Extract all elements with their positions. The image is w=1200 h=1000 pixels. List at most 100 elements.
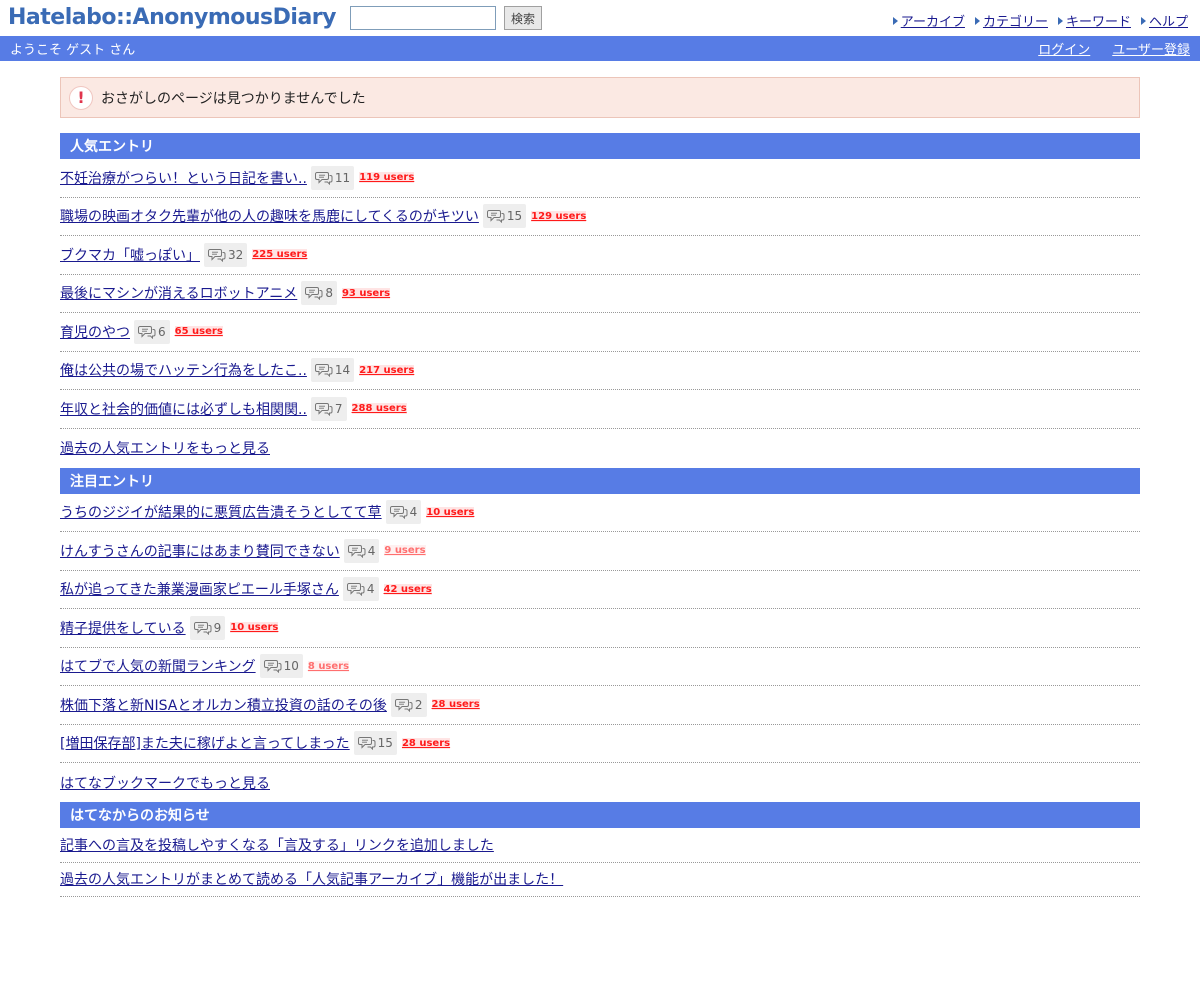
entry-title-link[interactable]: はてブで人気の新聞ランキング: [60, 656, 256, 676]
notable-entry: はてブで人気の新聞ランキング 10 8 users: [60, 648, 1140, 686]
entry-title-link[interactable]: 最後にマシンが消えるロボットアニメ: [60, 283, 297, 303]
comment-count: 9: [213, 620, 222, 635]
comment-count-badge[interactable]: 4: [385, 500, 422, 525]
bookmark-users-badge[interactable]: 288 users: [351, 403, 407, 415]
bookmark-users-badge[interactable]: 8 users: [307, 660, 350, 672]
arrow-icon: [892, 16, 898, 25]
news-item: 記事への言及を投稿しやすくなる「言及する」リンクを追加しました: [60, 828, 1140, 863]
entry-title-link[interactable]: 職場の映画オタク先輩が他の人の趣味を馬鹿にしてくるのがキツい: [60, 206, 479, 226]
comment-bubble-icon: [486, 210, 505, 224]
comment-bubble-icon: [138, 325, 156, 339]
entry-title-link[interactable]: 育児のやつ: [60, 322, 130, 342]
notable-entry: 株価下落と新NISAとオルカン積立投資の話のその後 2 28 users: [60, 686, 1140, 725]
comment-count: 4: [366, 582, 375, 597]
user-links: ログイン ユーザー登録: [1038, 39, 1190, 58]
comment-bubble-icon: [305, 287, 323, 301]
notable-entry: けんすうさんの記事にはあまり賛同できない 4 9 users: [60, 532, 1140, 571]
bookmark-users-badge[interactable]: 28 users: [431, 699, 480, 711]
top-nav: アーカイブ カテゴリー キーワード ヘルプ: [892, 11, 1188, 30]
bookmark-users-badge[interactable]: 119 users: [359, 172, 415, 184]
comment-count-badge[interactable]: 2: [390, 692, 427, 717]
entry-title-link[interactable]: [増田保存部]また夫に稼げよと言ってしまった: [60, 733, 350, 753]
nav-item-help: ヘルプ: [1140, 11, 1188, 30]
comment-bubble-icon: [347, 544, 366, 558]
comment-bubble-icon: [193, 621, 212, 635]
site-logo[interactable]: Hatelabo::AnonymousDiary: [8, 7, 336, 29]
arrow-icon: [1057, 16, 1063, 25]
comment-count-badge[interactable]: 7: [310, 396, 347, 421]
popular-more-link[interactable]: 過去の人気エントリをもっと見る: [60, 438, 270, 458]
comment-count-badge[interactable]: 8: [301, 281, 337, 306]
comment-bubble-icon: [346, 583, 365, 597]
nav-link-help[interactable]: ヘルプ: [1149, 11, 1188, 30]
news-heading: はてなからのお知らせ: [60, 802, 1140, 828]
notable-entry-list: うちのジジイが結果的に悪質広告潰そうとしてて草 4 10 users けんすうさんの記…: [60, 494, 1140, 763]
entry-title-link[interactable]: けんすうさんの記事にはあまり賛同できない: [60, 541, 340, 561]
notable-heading: 注目エントリ: [60, 467, 1140, 494]
entry-title-link[interactable]: 私が追ってきた兼業漫画家ピエール手塚さん: [60, 579, 339, 599]
entry-title-link[interactable]: 不妊治療がつらい！という日記を書い..: [60, 168, 307, 188]
notable-more-link[interactable]: はてなブックマークでもっと見る: [60, 773, 270, 793]
comment-count: 11: [334, 170, 351, 185]
comment-bubble-icon: [314, 364, 333, 378]
bookmark-users-badge[interactable]: 225 users: [252, 249, 308, 261]
bookmark-users-badge[interactable]: 93 users: [341, 287, 391, 299]
search-button[interactable]: 検索: [503, 6, 542, 30]
comment-count-badge[interactable]: 11: [310, 165, 355, 190]
arrow-icon: [1140, 16, 1146, 25]
comment-count-badge[interactable]: 4: [342, 577, 379, 602]
news-link[interactable]: 過去の人気エントリがまとめて読める「人気記事アーカイブ」機能が出ました！: [60, 869, 563, 889]
bookmark-users-badge[interactable]: 42 users: [383, 583, 432, 595]
popular-entry: 不妊治療がつらい！という日記を書い.. 11 119 users: [60, 159, 1140, 198]
bookmark-users-badge[interactable]: 65 users: [174, 326, 223, 338]
welcome-greeting: ようこそ ゲスト さん: [10, 43, 136, 58]
bookmark-users-badge[interactable]: 10 users: [230, 622, 279, 634]
comment-count: 4: [367, 543, 376, 558]
notable-entry: [増田保存部]また夫に稼げよと言ってしまった 15 28 users: [60, 725, 1140, 763]
bookmark-users-badge[interactable]: 217 users: [359, 364, 415, 376]
nav-link-archive[interactable]: アーカイブ: [901, 11, 965, 30]
notable-entry: うちのジジイが結果的に悪質広告潰そうとしてて草 4 10 users: [60, 494, 1140, 532]
bookmark-users-badge[interactable]: 28 users: [401, 737, 451, 749]
alert-icon: !: [69, 85, 93, 110]
popular-entry-list: 不妊治療がつらい！という日記を書い.. 11 119 users 職場の映画オタク先輩…: [60, 159, 1140, 429]
nav-link-keyword[interactable]: キーワード: [1066, 11, 1131, 30]
comment-bubble-icon: [394, 698, 413, 712]
entry-title-link[interactable]: 年収と社会的価値には必ずしも相関関..: [60, 399, 307, 419]
comment-count-badge[interactable]: 15: [482, 204, 527, 229]
register-link[interactable]: ユーザー登録: [1112, 39, 1190, 58]
entry-title-link[interactable]: うちのジジイが結果的に悪質広告潰そうとしてて草: [60, 502, 382, 522]
comment-count-badge[interactable]: 14: [310, 358, 355, 383]
login-link[interactable]: ログイン: [1038, 39, 1090, 58]
comment-count: 7: [334, 401, 343, 416]
news-item: 過去の人気エントリがまとめて読める「人気記事アーカイブ」機能が出ました！: [60, 863, 1140, 897]
notable-more-row: はてなブックマークでもっと見る: [60, 763, 1140, 802]
news-list: 記事への言及を投稿しやすくなる「言及する」リンクを追加しました過去の人気エントリ…: [60, 828, 1140, 897]
comment-count: 32: [228, 247, 244, 262]
search-input[interactable]: [349, 6, 496, 30]
comment-bubble-icon: [357, 737, 376, 751]
comment-count-badge[interactable]: 10: [259, 654, 303, 679]
nav-item-keyword: キーワード: [1057, 11, 1131, 30]
popular-entry: 俺は公共の場でハッテン行為をしたこ.. 14 217 users: [60, 352, 1140, 390]
comment-count-badge[interactable]: 9: [189, 615, 226, 640]
news-link[interactable]: 記事への言及を投稿しやすくなる「言及する」リンクを追加しました: [60, 835, 494, 855]
main-content: ! おさがしのページは見つかりませんでした 人気エントリ 不妊治療がつらい！とい…: [60, 77, 1140, 897]
entry-title-link[interactable]: 精子提供をしている: [60, 618, 186, 638]
entry-title-link[interactable]: 株価下落と新NISAとオルカン積立投資の話のその後: [60, 695, 387, 715]
popular-entry: 育児のやつ 6 65 users: [60, 313, 1140, 352]
comment-count: 15: [377, 736, 393, 751]
entry-title-link[interactable]: ブクマカ「嘘っぽい」: [60, 245, 200, 265]
entry-title-link[interactable]: 俺は公共の場でハッテン行為をしたこ..: [60, 360, 307, 380]
bookmark-users-badge[interactable]: 10 users: [426, 506, 475, 518]
nav-link-category[interactable]: カテゴリー: [983, 11, 1048, 30]
popular-more-row: 過去の人気エントリをもっと見る: [60, 429, 1140, 468]
bookmark-users-badge[interactable]: 9 users: [384, 545, 426, 557]
comment-count-badge[interactable]: 15: [353, 731, 397, 756]
comment-bubble-icon: [389, 506, 408, 520]
comment-count-badge[interactable]: 6: [134, 319, 170, 344]
comment-count-badge[interactable]: 4: [343, 538, 380, 563]
comment-count: 10: [283, 659, 299, 674]
comment-count-badge[interactable]: 32: [204, 242, 248, 267]
bookmark-users-badge[interactable]: 129 users: [531, 210, 587, 222]
